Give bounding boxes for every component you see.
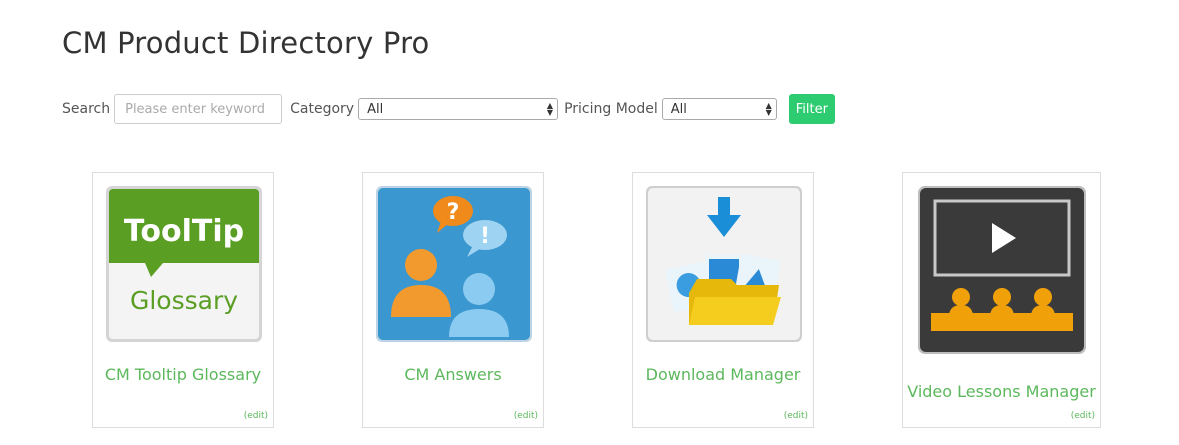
search-input[interactable] [114, 94, 283, 124]
filter-bar: Search Category All ▲▼ Pricing Model All… [62, 92, 835, 126]
product-card[interactable]: ToolTip Glossary CM Tooltip Glossary (ed… [92, 172, 274, 428]
page-title: CM Product Directory Pro [62, 26, 430, 60]
category-select[interactable]: All ▲ ▼ [358, 98, 559, 120]
logo-text-top: ToolTip [124, 214, 244, 249]
product-name[interactable]: Download Manager [633, 365, 813, 384]
filter-button[interactable]: Filter [788, 94, 835, 124]
answers-logo-icon[interactable]: ? ! [375, 185, 533, 343]
product-name[interactable]: CM Answers [363, 365, 543, 384]
edit-link[interactable]: (edit) [1071, 411, 1095, 421]
edit-link[interactable]: (edit) [244, 411, 268, 421]
question-mark-text: ? [447, 200, 460, 225]
edit-link[interactable]: (edit) [784, 411, 808, 421]
edit-link[interactable]: (edit) [514, 411, 538, 421]
category-select-value: All [367, 101, 384, 117]
pricing-select-value: All [670, 101, 687, 117]
product-name[interactable]: CM Tooltip Glossary [93, 365, 273, 384]
category-label: Category [290, 101, 355, 117]
video-lessons-logo-icon[interactable] [917, 185, 1087, 355]
product-name[interactable]: Video Lessons Manager [903, 382, 1100, 401]
tooltip-glossary-logo-icon[interactable]: ToolTip Glossary [105, 185, 263, 343]
pricing-label: Pricing Model [564, 101, 658, 117]
product-card[interactable]: Video Lessons Manager (edit) [902, 172, 1101, 428]
product-card[interactable]: Download Manager (edit) [632, 172, 814, 428]
exclamation-text: ! [480, 224, 490, 249]
select-arrows-icon: ▲ ▼ [546, 101, 554, 117]
product-card[interactable]: ? ! CM Answers (edit) [362, 172, 544, 428]
pricing-select[interactable]: All ▲ ▼ [661, 98, 777, 120]
download-manager-logo-icon[interactable] [645, 185, 803, 343]
logo-text-bottom: Glossary [130, 286, 238, 315]
search-label: Search [62, 101, 111, 117]
select-arrows-icon: ▲ ▼ [765, 101, 772, 117]
